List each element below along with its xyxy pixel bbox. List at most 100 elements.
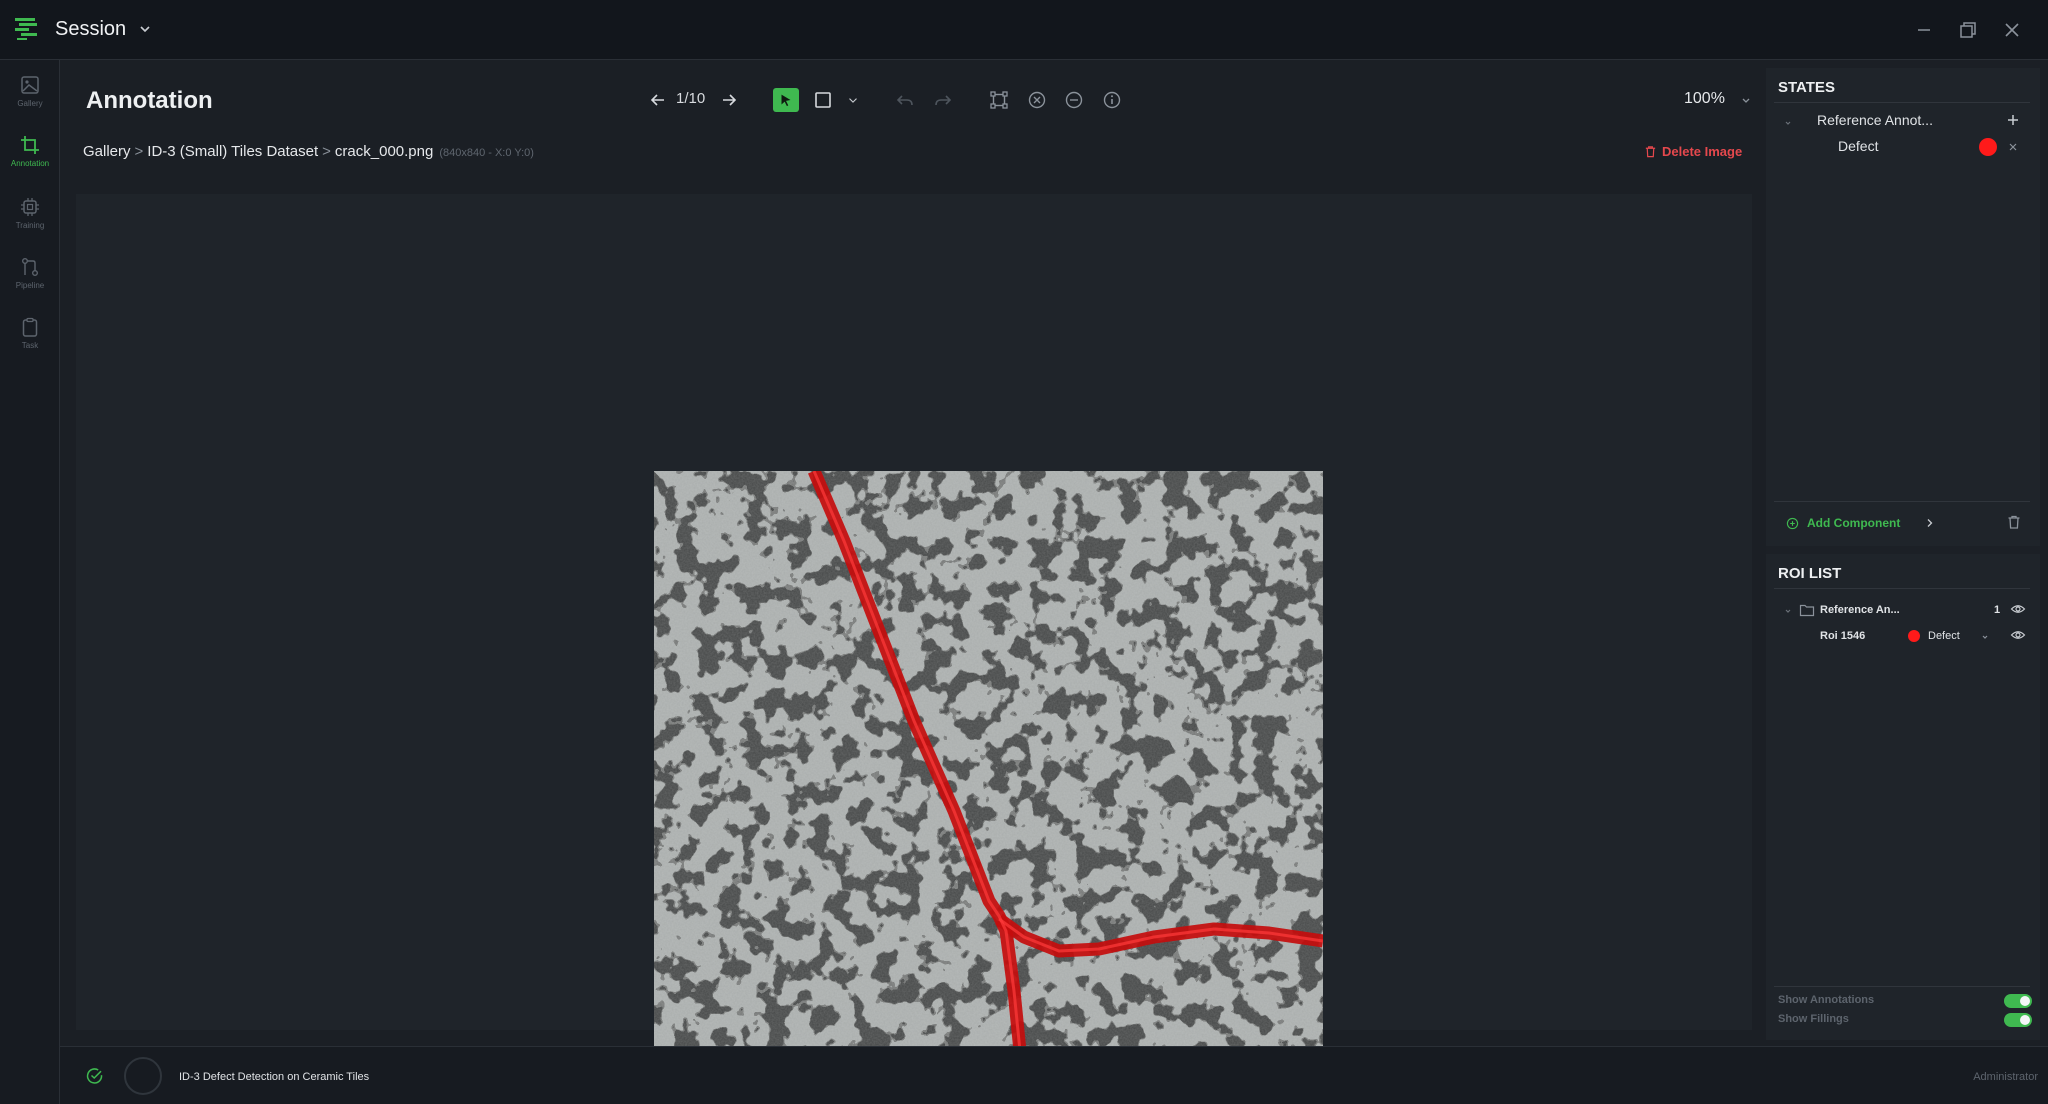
show-annotations-label: Show Annotations (1778, 994, 1875, 1006)
clear-button[interactable] (1025, 88, 1049, 112)
roi-color-swatch (1908, 630, 1920, 642)
eye-icon[interactable] (2010, 628, 2026, 642)
user-name[interactable]: Administrator (1973, 1071, 2038, 1083)
page-counter: 1/10 (676, 90, 706, 107)
pipeline-icon (22, 258, 38, 276)
breadcrumb: Gallery > ID-3 (Small) Tiles Dataset > crack… (83, 143, 534, 160)
roi-name[interactable]: Roi 1546 (1820, 630, 1865, 642)
breadcrumb-dataset[interactable]: ID-3 (Small) Tiles Dataset (147, 143, 318, 160)
clipboard-icon (22, 317, 38, 337)
nav-label: Pipeline (15, 281, 45, 290)
image-icon (21, 76, 39, 94)
add-component-button[interactable]: Add Component (1786, 516, 1936, 530)
nav-item-annotation[interactable]: Annotation (0, 134, 60, 190)
divider (1774, 102, 2030, 103)
chevron-down-icon[interactable] (1740, 94, 1752, 106)
status-footer: ID-3 Defect Detection on Ceramic Tiles A… (60, 1046, 2048, 1104)
folder-icon (1799, 604, 1815, 617)
check-circle-icon (86, 1068, 103, 1084)
breadcrumb-separator: > (322, 143, 331, 160)
delete-image-button[interactable]: Delete Image (1644, 144, 1742, 159)
states-title: STATES (1778, 79, 1835, 96)
breadcrumb-gallery[interactable]: Gallery (83, 143, 131, 160)
select-tool-button[interactable] (773, 88, 799, 112)
minus-circle-icon (1065, 91, 1083, 109)
nav-label: Gallery (17, 99, 43, 108)
divider (1774, 986, 2030, 987)
breadcrumb-file: crack_000.png (334, 143, 434, 160)
session-title[interactable]: Session (55, 18, 126, 41)
nav-item-training[interactable]: Training (0, 196, 60, 252)
roi-group-label[interactable]: Reference An... (1820, 604, 1900, 616)
project-name: ID-3 Defect Detection on Ceramic Tiles (179, 1071, 370, 1083)
chevron-down-icon[interactable] (1980, 632, 1990, 642)
progress-spinner (124, 1057, 162, 1095)
plus-icon[interactable] (2006, 113, 2020, 127)
info-button[interactable] (1100, 88, 1124, 112)
roi-list-title: ROI LIST (1778, 565, 1842, 582)
arrow-left-icon (650, 94, 664, 106)
class-color-swatch[interactable] (1979, 138, 1997, 156)
page-title: Annotation (86, 87, 213, 114)
state-class-label: Defect (1838, 138, 1879, 154)
nav-item-task[interactable]: Task (0, 316, 60, 372)
prev-image-button[interactable] (646, 88, 670, 112)
states-panel: STATES Reference Annot... Defect Add Com… (1766, 68, 2040, 546)
rectangle-icon (815, 92, 831, 108)
tile-image[interactable] (654, 471, 1323, 1104)
nav-item-gallery[interactable]: Gallery (0, 74, 60, 130)
info-icon (1103, 91, 1121, 109)
state-group-label[interactable]: Reference Annot... (1817, 112, 1933, 128)
rectangle-tool-button[interactable] (811, 88, 835, 112)
divider (1774, 501, 2030, 502)
chevron-down-icon[interactable] (138, 22, 152, 36)
zoom-level[interactable]: 100% (1684, 90, 1725, 108)
plus-circle-icon (1786, 517, 1799, 529)
arrow-right-icon (723, 94, 737, 106)
roi-list-panel: ROI LIST Reference An... 1 Roi 1546 Defe… (1766, 554, 2040, 1040)
crop-icon (21, 136, 39, 154)
minimize-icon[interactable] (1912, 18, 1936, 42)
chevron-down-icon (849, 98, 857, 103)
show-annotations-toggle[interactable] (2004, 994, 2032, 1008)
roi-class[interactable]: Defect (1928, 630, 1960, 642)
title-bar: Session (0, 0, 2048, 60)
cursor-icon (781, 94, 791, 107)
collapse-icon[interactable] (1783, 118, 1793, 128)
redo-button[interactable] (931, 88, 955, 112)
redo-icon (935, 95, 952, 106)
eye-icon[interactable] (2010, 602, 2026, 616)
trash-icon[interactable] (2006, 514, 2022, 530)
chip-icon (21, 198, 39, 216)
remove-button[interactable] (1062, 88, 1086, 112)
breadcrumb-separator: > (134, 143, 144, 160)
collapse-icon[interactable] (1783, 606, 1793, 616)
bounding-box-icon (990, 91, 1008, 109)
fit-view-button[interactable] (987, 88, 1011, 112)
undo-button[interactable] (893, 88, 917, 112)
annotation-canvas[interactable] (76, 194, 1752, 1104)
x-circle-icon (1028, 91, 1046, 109)
add-component-label: Add Component (1807, 516, 1901, 530)
delete-image-label: Delete Image (1662, 144, 1743, 159)
chevron-right-icon (1927, 519, 1933, 527)
nav-label: Annotation (10, 159, 50, 168)
right-panel: STATES Reference Annot... Defect Add Com… (1766, 68, 2040, 1040)
nav-label: Task (21, 341, 39, 350)
show-fillings-label: Show Fillings (1778, 1013, 1849, 1025)
nav-label: Training (15, 221, 45, 230)
roi-group-count: 1 (1994, 604, 2001, 616)
tool-dropdown-button[interactable] (841, 88, 865, 112)
left-nav: Gallery Annotation Training Pipeline Tas… (0, 60, 60, 1104)
tile-image-render (654, 471, 1323, 1104)
undo-icon (896, 95, 913, 106)
app-logo-icon (15, 18, 37, 40)
restore-icon[interactable] (1956, 18, 1980, 42)
nav-item-pipeline[interactable]: Pipeline (0, 256, 60, 312)
show-fillings-toggle[interactable] (2004, 1013, 2032, 1027)
close-icon[interactable] (2008, 142, 2018, 152)
close-icon[interactable] (2000, 18, 2024, 42)
divider (1774, 588, 2030, 589)
image-dimensions: (840x840 - X:0 Y:0) (439, 147, 534, 159)
next-image-button[interactable] (717, 88, 741, 112)
